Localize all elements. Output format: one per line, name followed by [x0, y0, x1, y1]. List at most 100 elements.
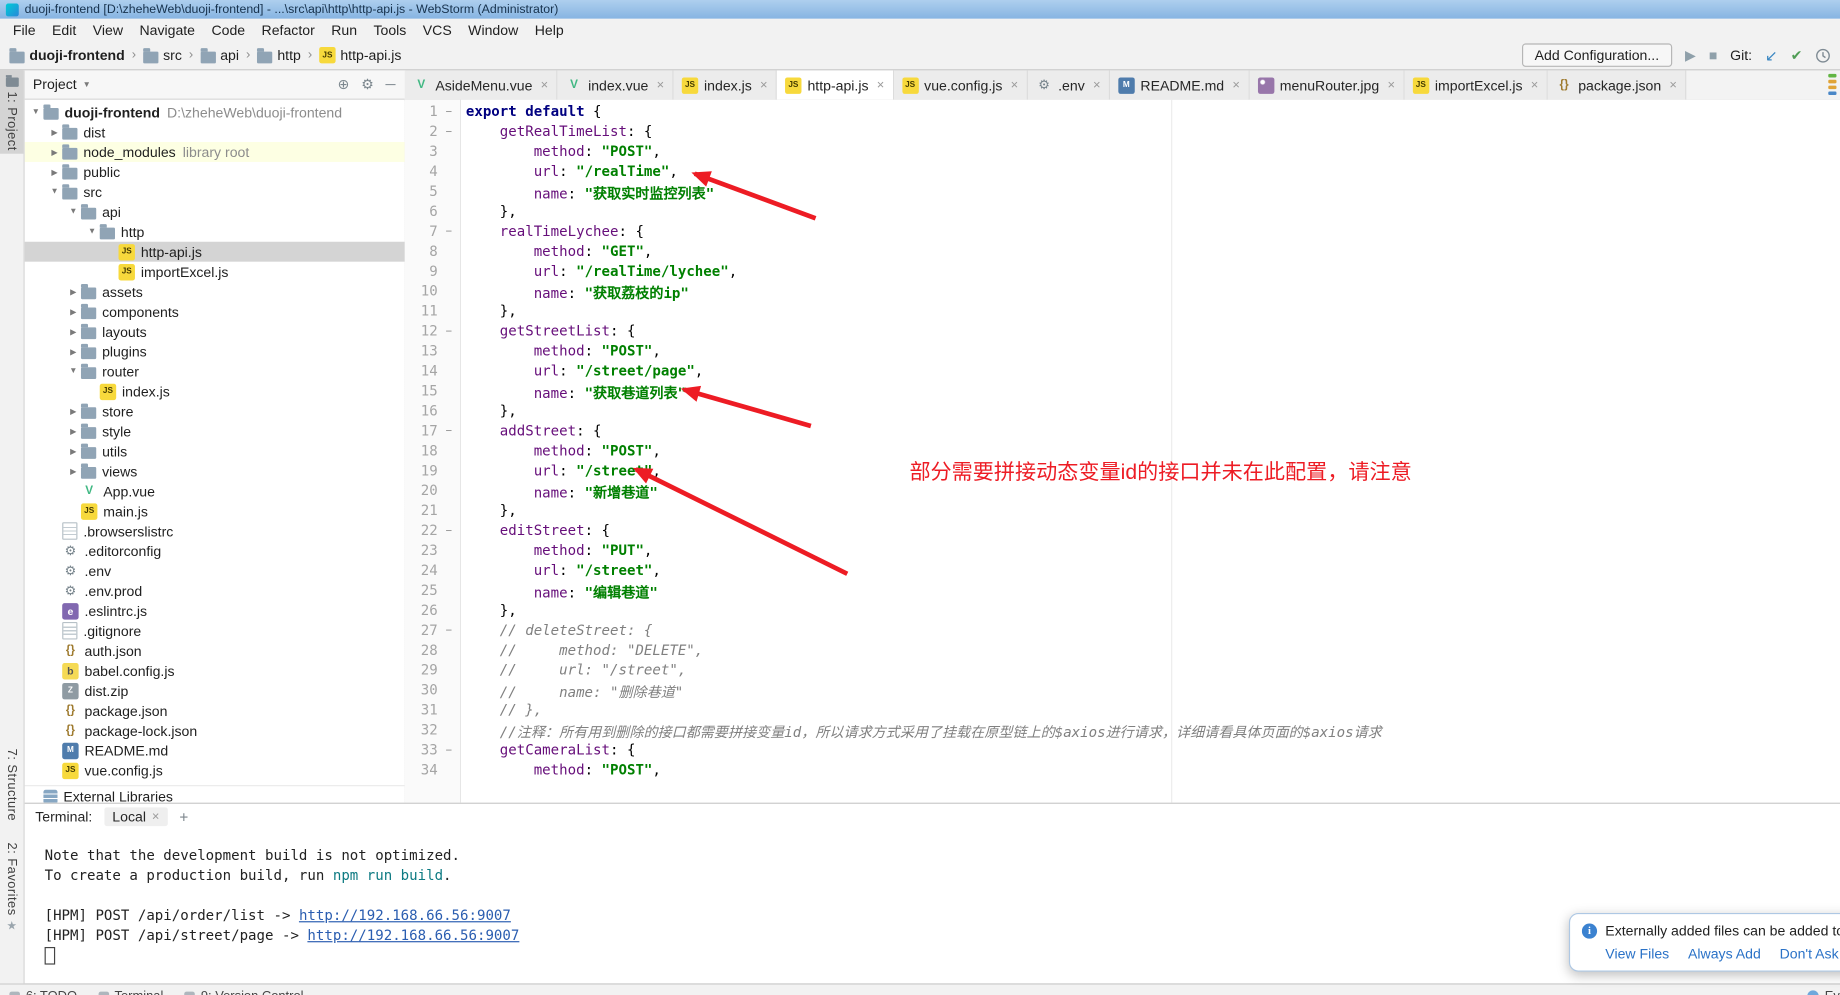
tree-item-main.js[interactable]: JSmain.js — [23, 501, 404, 521]
notification-action-always-add[interactable]: Always Add — [1688, 946, 1761, 962]
event-log-button[interactable]: Event Log — [1807, 989, 1840, 995]
chevron-icon[interactable]: ▶ — [66, 427, 81, 436]
tree-item-http[interactable]: ▼http — [23, 222, 404, 242]
tree-item-package-lock.json[interactable]: {}package-lock.json — [23, 721, 404, 741]
chevron-icon[interactable]: ▶ — [66, 407, 81, 416]
fold-marker-icon[interactable]: − — [438, 622, 460, 642]
tree-item-views[interactable]: ▶views — [23, 461, 404, 481]
notification-action-view-files[interactable]: View Files — [1605, 946, 1669, 962]
tree-item-src[interactable]: ▼src — [23, 182, 404, 202]
fold-marker-icon[interactable]: − — [438, 103, 460, 123]
notification-action-don-t-ask-again[interactable]: Don't Ask Again — [1780, 946, 1840, 962]
terminal-tab-local[interactable]: Local × — [104, 807, 168, 826]
tree-item-dist[interactable]: ▶dist — [23, 122, 404, 142]
tree-item-.eslintrc.js[interactable]: e.eslintrc.js — [23, 601, 404, 621]
fold-marker-icon[interactable]: − — [438, 123, 460, 143]
close-icon[interactable]: × — [1011, 78, 1019, 92]
editor-tab-vue.config.js[interactable]: JSvue.config.js× — [894, 70, 1028, 99]
chevron-icon[interactable]: ▼ — [84, 228, 99, 236]
stop-icon[interactable]: ■ — [1709, 48, 1718, 62]
tool-button-project[interactable]: 1: Project — [0, 70, 23, 154]
breadcrumb-duoji-frontend[interactable]: duoji-frontend — [9, 47, 124, 63]
tree-item-store[interactable]: ▶store — [23, 401, 404, 421]
code-editor[interactable]: 1−export default {2− getRealTimeList: {3… — [405, 100, 1840, 803]
git-update-icon[interactable]: ↙ — [1765, 48, 1778, 63]
tree-item-node-modules[interactable]: ▶node_moduleslibrary root — [23, 142, 404, 162]
menu-tools[interactable]: Tools — [365, 22, 414, 38]
status-9-version-control[interactable]: 9: Version Control — [184, 989, 303, 995]
tree-item-public[interactable]: ▶public — [23, 162, 404, 182]
terminal-link[interactable]: http://192.168.66.56:9007 — [307, 927, 519, 943]
tree-item-babel.config.js[interactable]: bbabel.config.js — [23, 661, 404, 681]
new-terminal-button[interactable]: + — [179, 808, 188, 826]
chevron-icon[interactable]: ▶ — [47, 147, 62, 156]
menu-file[interactable]: File — [5, 22, 44, 38]
tool-button-favorites[interactable]: 2: Favorites ★ — [0, 839, 23, 937]
fold-marker-icon[interactable]: − — [438, 223, 460, 243]
close-icon[interactable]: × — [541, 78, 549, 92]
tree-item-components[interactable]: ▶components — [23, 302, 404, 322]
tree-item-.env.prod[interactable]: ⚙.env.prod — [23, 581, 404, 601]
menu-vcs[interactable]: VCS — [415, 22, 460, 38]
fold-marker-icon[interactable]: − — [438, 742, 460, 762]
tree-item-style[interactable]: ▶style — [23, 421, 404, 441]
hide-panel-icon[interactable]: ─ — [385, 76, 395, 92]
tree-item-package.json[interactable]: {}package.json — [23, 701, 404, 721]
menu-view[interactable]: View — [85, 22, 132, 38]
menu-help[interactable]: Help — [526, 22, 571, 38]
fold-marker-icon[interactable]: − — [438, 422, 460, 442]
tree-item-plugins[interactable]: ▶plugins — [23, 341, 404, 361]
tree-item-dist.zip[interactable]: Zdist.zip — [23, 681, 404, 701]
close-icon[interactable]: × — [152, 810, 160, 824]
tree-item-index.js[interactable]: JSindex.js — [23, 381, 404, 401]
menu-window[interactable]: Window — [460, 22, 527, 38]
chevron-icon[interactable]: ▶ — [66, 307, 81, 316]
breadcrumb-src[interactable]: src — [143, 47, 182, 63]
menu-code[interactable]: Code — [203, 22, 253, 38]
chevron-icon[interactable]: ▼ — [66, 367, 81, 375]
tree-item-external-libraries[interactable]: External Libraries — [23, 785, 404, 803]
tree-item-http-api.js[interactable]: JShttp-api.js — [23, 242, 404, 262]
editor-tab-importexcel.js[interactable]: JSimportExcel.js× — [1404, 70, 1547, 99]
chevron-icon[interactable]: ▶ — [66, 447, 81, 456]
editor-tab-readme.md[interactable]: MREADME.md× — [1110, 70, 1249, 99]
breadcrumb-http[interactable]: http — [257, 47, 300, 63]
terminal-link[interactable]: http://192.168.66.56:9007 — [299, 907, 511, 923]
tree-item-assets[interactable]: ▶assets — [23, 282, 404, 302]
chevron-icon[interactable]: ▶ — [66, 347, 81, 356]
tree-item-vue.config.js[interactable]: JSvue.config.js — [23, 760, 404, 780]
tree-item-duoji-frontend[interactable]: ▼duoji-frontendD:\zheheWeb\duoji-fronten… — [23, 102, 404, 122]
local-history-clock-icon[interactable] — [1815, 48, 1830, 63]
menu-navigate[interactable]: Navigate — [131, 22, 203, 38]
tree-item-app.vue[interactable]: VApp.vue — [23, 481, 404, 501]
close-icon[interactable]: × — [1387, 78, 1395, 92]
editor-tab-index.js[interactable]: JSindex.js× — [674, 70, 777, 99]
project-panel-title[interactable]: Project — [33, 76, 77, 92]
fold-marker-icon[interactable]: − — [438, 323, 460, 343]
tree-item-utils[interactable]: ▶utils — [23, 441, 404, 461]
breadcrumb-api[interactable]: api — [200, 47, 239, 63]
chevron-icon[interactable]: ▶ — [66, 466, 81, 475]
tree-item-.browserslistrc[interactable]: .browserslistrc — [23, 521, 404, 541]
tree-item-.gitignore[interactable]: .gitignore — [23, 621, 404, 641]
close-icon[interactable]: × — [657, 78, 665, 92]
menu-edit[interactable]: Edit — [44, 22, 85, 38]
close-icon[interactable]: × — [760, 78, 768, 92]
tree-item-auth.json[interactable]: {}auth.json — [23, 641, 404, 661]
editor-tab-asidemenu.vue[interactable]: VAsideMenu.vue× — [405, 70, 558, 99]
status-terminal[interactable]: Terminal — [98, 989, 163, 995]
tree-item-readme.md[interactable]: MREADME.md — [23, 740, 404, 760]
menu-run[interactable]: Run — [323, 22, 365, 38]
status-6-todo[interactable]: 6: TODO — [9, 989, 77, 995]
git-commit-icon[interactable]: ✔ — [1791, 48, 1803, 62]
chevron-icon[interactable]: ▶ — [66, 327, 81, 336]
chevron-icon[interactable]: ▼ — [28, 108, 43, 116]
close-icon[interactable]: × — [877, 78, 885, 92]
close-icon[interactable]: × — [1669, 78, 1677, 92]
tree-item-layouts[interactable]: ▶layouts — [23, 322, 404, 342]
tree-item-importexcel.js[interactable]: JSimportExcel.js — [23, 262, 404, 282]
editor-tab-index.vue[interactable]: Vindex.vue× — [558, 70, 674, 99]
editor-tab-menurouter.jpg[interactable]: menuRouter.jpg× — [1249, 70, 1404, 99]
close-icon[interactable]: × — [1531, 78, 1539, 92]
editor-tab-package.json[interactable]: {}package.json× — [1548, 70, 1687, 99]
